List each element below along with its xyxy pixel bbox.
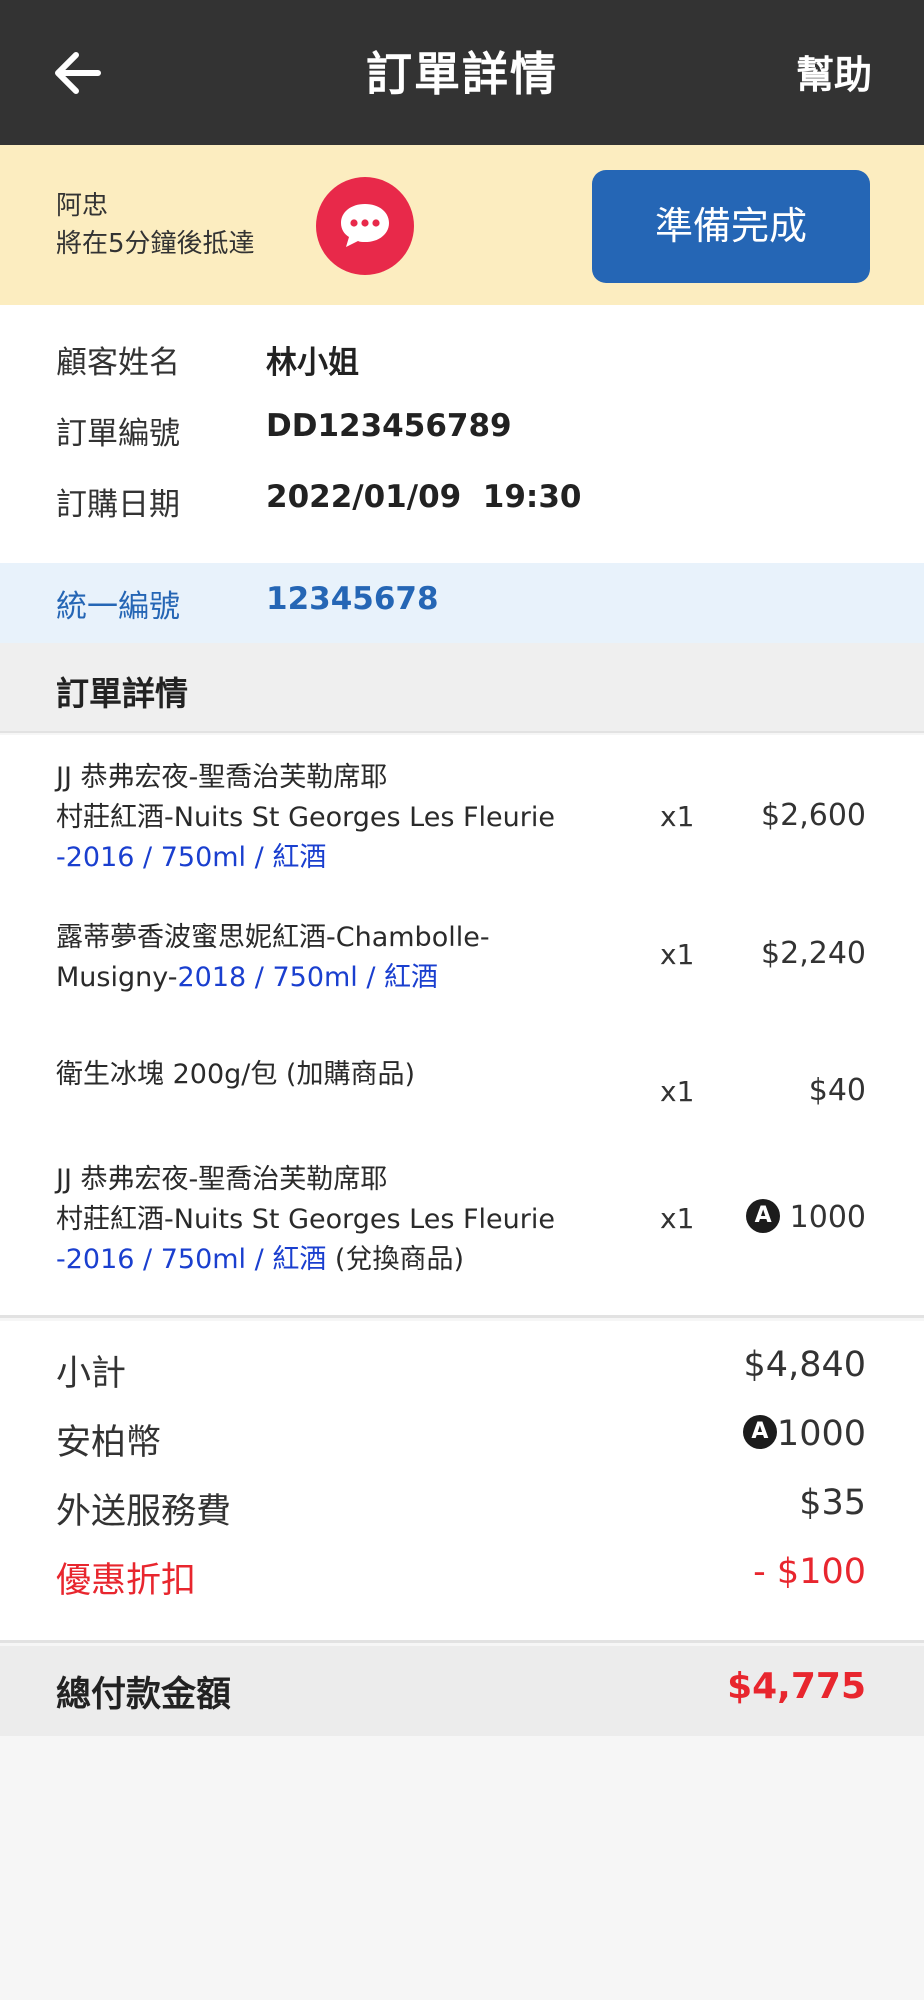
customer-value: 林小姐 [266,345,359,381]
ready-button[interactable]: 準備完成 [592,170,870,283]
item-name: 露蒂夢香波蜜思妮紅酒-Chambolle- Musigny-2018 / 750… [56,922,490,993]
order-date-value: 2022/01/09 19:30 [266,479,582,515]
item-quantity: x1 [660,938,695,971]
discount-value: - $100 [753,1552,866,1592]
rider-status-bar: 阿忠 將在5分鐘後抵達 準備完成 [0,145,924,305]
item-name: 衛生冰塊 200g/包 (加購商品) [56,1059,416,1090]
rider-info: 阿忠 將在5分鐘後抵達 [56,187,255,263]
price-summary: 小計 $4,840 安柏幣 A 1000 外送服務費 $35 優惠折扣 - $10… [0,1321,924,1643]
rider-eta: 將在5分鐘後抵達 [56,229,255,259]
delivery-fee-value: $35 [799,1483,866,1523]
list-item: 衛生冰塊 200g/包 (加購商品) x1 $40 [0,1055,924,1125]
coins-label: 安柏幣 [56,1423,162,1463]
delivery-fee-label: 外送服務費 [56,1492,232,1532]
coins-row: 安柏幣 A 1000 [56,1414,866,1464]
total-label: 總付款金額 [56,1675,232,1715]
page-title: 訂單詳情 [366,47,558,101]
total-value: $4,775 [727,1666,866,1707]
list-item: JJ 恭弗宏夜-聖喬治芙勒席耶 村莊紅酒-Nuits St Georges Le… [0,1160,924,1286]
tax-id-label: 統一編號 [56,589,180,625]
item-price: $40 [808,1073,866,1108]
customer-label: 顧客姓名 [56,345,180,381]
item-quantity: x1 [660,800,695,833]
order-date-label: 訂購日期 [56,487,180,523]
amber-coin-icon: A [742,1415,777,1449]
order-number-value: DD123456789 [266,408,512,444]
order-items-list: JJ 恭弗宏夜-聖喬治芙勒席耶 村莊紅酒-Nuits St Georges Le… [0,735,924,1318]
tax-id-row: 統一編號 12345678 [0,563,924,643]
discount-row: 優惠折扣 - $100 [56,1552,866,1602]
tax-id-value: 12345678 [266,581,439,617]
item-name: JJ 恭弗宏夜-聖喬治芙勒席耶 村莊紅酒-Nuits St Georges Le… [56,762,555,873]
top-app-bar: 訂單詳情 幫助 [0,0,924,145]
order-info-section: 顧客姓名 林小姐 訂單編號 DD123456789 訂購日期 2022/01/0… [0,305,924,563]
subtotal-label: 小計 [56,1354,127,1394]
chat-bubble-icon [341,204,389,247]
discount-label: 優惠折扣 [56,1561,197,1601]
chat-button[interactable] [316,177,414,275]
item-quantity: x1 [660,1075,695,1108]
subtotal-row: 小計 $4,840 [56,1345,866,1395]
item-price: $2,240 [761,936,866,971]
delivery-fee-row: 外送服務費 $35 [56,1483,866,1533]
section-title: 訂單詳情 [56,674,188,713]
subtotal-value: $4,840 [743,1345,866,1385]
rider-name: 阿忠 [56,191,109,221]
item-price: $2,600 [761,798,866,833]
item-name: JJ 恭弗宏夜-聖喬治芙勒席耶 村莊紅酒-Nuits St Georges Le… [56,1164,555,1275]
total-row: 總付款金額 $4,775 [0,1646,924,1736]
order-number-label: 訂單編號 [56,416,180,452]
list-item: JJ 恭弗宏夜-聖喬治芙勒席耶 村莊紅酒-Nuits St Georges Le… [0,758,924,884]
coins-value: A 1000 [742,1414,866,1454]
order-details-header: 訂單詳情 [0,643,924,733]
item-points-price: A 1000 [746,1198,866,1236]
help-button[interactable]: 幫助 [796,44,872,99]
amber-coin-icon: A [746,1198,781,1233]
item-quantity: x1 [660,1202,695,1235]
list-item: 露蒂夢香波蜜思妮紅酒-Chambolle- Musigny-2018 / 750… [0,918,924,1008]
